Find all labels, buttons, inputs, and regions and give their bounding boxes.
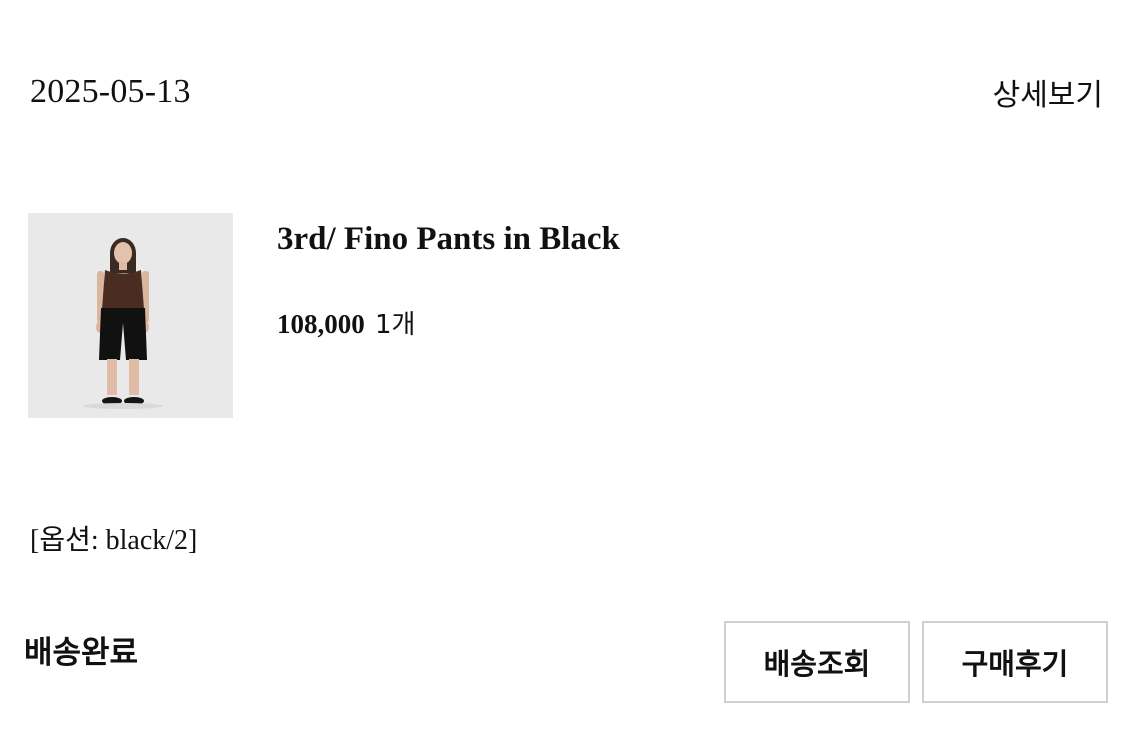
product-price: 108,000 bbox=[277, 309, 365, 339]
order-date: 2025-05-13 bbox=[30, 73, 191, 110]
delivery-status: 배송완료 bbox=[24, 635, 139, 671]
price-quantity: 108,000 1개 bbox=[277, 305, 415, 344]
product-quantity: 1개 bbox=[375, 310, 416, 340]
write-review-button[interactable]: 구매후기 bbox=[922, 621, 1108, 703]
product-thumbnail[interactable] bbox=[28, 213, 233, 418]
product-option: [옵션: black/2] bbox=[30, 525, 198, 556]
track-delivery-button[interactable]: 배송조회 bbox=[724, 621, 910, 703]
product-name[interactable]: 3rd/ Fino Pants in Black bbox=[277, 218, 620, 260]
product-model-image bbox=[28, 213, 233, 418]
view-details-link[interactable]: 상세보기 bbox=[993, 76, 1103, 116]
